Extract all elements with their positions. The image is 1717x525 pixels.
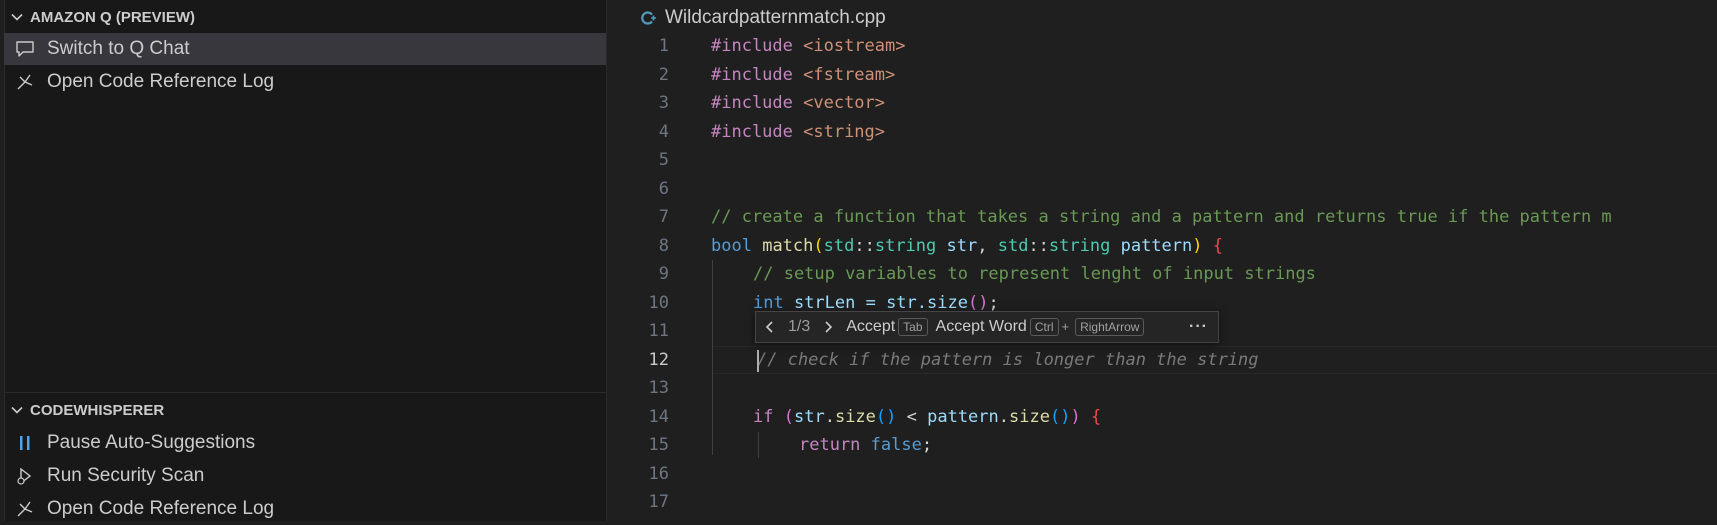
line-number: 4: [658, 121, 669, 142]
reference-log-icon: [0, 500, 50, 518]
line-number-active: 12: [648, 349, 669, 370]
indent-guide: [758, 432, 759, 458]
code-line-8: bool match(std::string str, std::string …: [711, 235, 1223, 256]
item-label: Pause Auto-Suggestions: [47, 432, 256, 453]
item-label: Open Code Reference Log: [47, 498, 275, 519]
editor-tab[interactable]: Wildcardpatternmatch.cpp: [607, 0, 1717, 36]
more-options-icon[interactable]: ···: [1189, 318, 1208, 336]
code-line-4: #include <string>: [711, 121, 886, 142]
code-line-15: return false;: [799, 435, 933, 455]
line-number: 10: [648, 292, 669, 313]
code-line-7: // create a function that takes a string…: [711, 207, 1612, 227]
section-header-codewhisperer[interactable]: CODEWHISPERER: [4, 395, 606, 425]
comment-icon: [0, 40, 50, 58]
tab-filename: Wildcardpatternmatch.cpp: [665, 7, 886, 28]
line-number: 17: [648, 492, 669, 512]
tab-key-badge: Tab: [898, 318, 928, 336]
reference-log-icon: [0, 73, 50, 91]
section-header-amazon-q[interactable]: AMAZON Q (PREVIEW): [4, 2, 606, 32]
chevron-down-icon: [4, 10, 30, 24]
code-line-9: // setup variables to represent lenght o…: [753, 264, 1316, 284]
sidebar-panel: AMAZON Q (PREVIEW) Switch to Q Chat Open…: [0, 0, 607, 521]
cpp-file-icon: [639, 9, 657, 27]
code-line-1: #include <iostream>: [711, 36, 906, 56]
item-label: Switch to Q Chat: [47, 38, 190, 59]
rightarrow-key-badge: RightArrow: [1075, 318, 1145, 336]
switch-to-q-chat-item[interactable]: Switch to Q Chat: [4, 33, 606, 65]
line-number: 3: [658, 93, 669, 113]
pause-auto-suggestions-item[interactable]: Pause Auto-Suggestions: [4, 427, 606, 459]
open-code-reference-log-item[interactable]: Open Code Reference Log: [4, 66, 606, 98]
security-scan-icon: [0, 466, 50, 486]
suggestion-counter: 1/3: [788, 318, 811, 335]
line-number: 15: [648, 435, 669, 455]
line-number: 7: [658, 207, 669, 227]
ctrl-key-badge: Ctrl: [1029, 318, 1059, 336]
chevron-down-icon: [4, 403, 30, 417]
inline-suggestion-toolbar: 1/3 Accept Tab Accept Word Ctrl + RightArrow…: [755, 311, 1219, 343]
open-code-reference-log-item[interactable]: Open Code Reference Log: [4, 493, 606, 525]
line-number: 9: [658, 264, 669, 284]
line-number: 11: [648, 321, 669, 341]
item-label: Open Code Reference Log: [47, 71, 275, 92]
code-editor[interactable]: Wildcardpatternmatch.cpp 1 2 3 4 5 6 7 8…: [607, 0, 1717, 521]
line-number: 14: [648, 406, 669, 427]
accept-button[interactable]: Accept Tab: [842, 318, 931, 336]
run-security-scan-item[interactable]: Run Security Scan: [4, 460, 606, 492]
section-title: CODEWHISPERER: [30, 401, 165, 419]
section-divider: [4, 392, 606, 393]
accept-word-button[interactable]: Accept Word Ctrl + RightArrow: [932, 318, 1149, 336]
line-number: 5: [658, 150, 669, 170]
line-number: 8: [658, 235, 669, 256]
indent-guide: [712, 260, 713, 455]
line-number: 1: [658, 36, 669, 56]
line-number: 2: [658, 64, 669, 85]
section-title: AMAZON Q (PREVIEW): [30, 8, 195, 26]
inline-suggestion-ghost-text: // check if the pattern is longer than t…: [757, 349, 1259, 370]
line-number: 16: [648, 463, 669, 484]
next-suggestion-button[interactable]: [814, 320, 842, 334]
previous-suggestion-button[interactable]: [756, 320, 784, 334]
line-number: 13: [648, 378, 669, 398]
code-line-2: #include <fstream>: [711, 64, 896, 85]
line-number: 6: [658, 178, 669, 199]
item-label: Run Security Scan: [47, 465, 205, 486]
pause-icon: [0, 434, 50, 452]
text-cursor: [757, 350, 759, 372]
code-line-14: if (str.size() < pattern.size()) {: [753, 406, 1102, 427]
code-line-3: #include <vector>: [711, 93, 886, 113]
